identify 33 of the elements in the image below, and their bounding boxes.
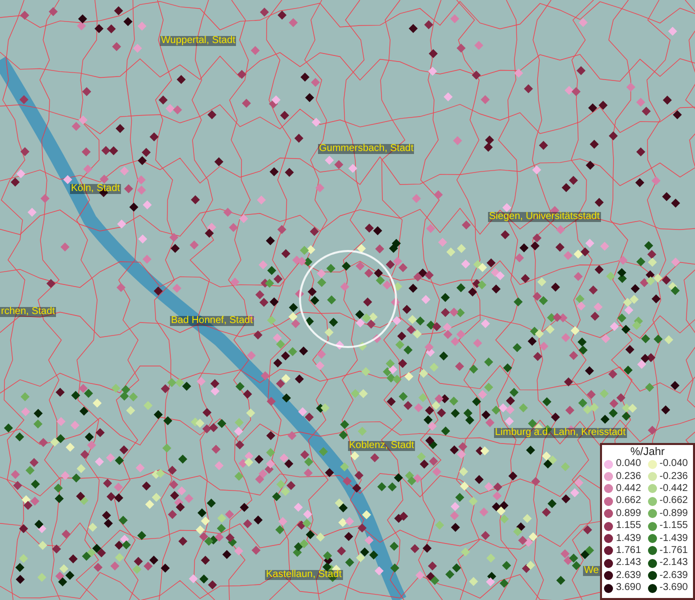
legend-value: -0.040 [660, 459, 688, 470]
place-label: Siegen, Universitätsstadt [488, 212, 601, 222]
legend-value: 0.040 [616, 459, 642, 470]
place-label: Limburg a.d. Lahn, Kreisstadt [494, 428, 627, 438]
place-label: Koblenz, Stadt [348, 441, 416, 451]
place-label: rchen, Stadt [0, 307, 56, 317]
legend-title: %/Jahr [629, 446, 666, 458]
legend-value: -3.690 [660, 583, 688, 594]
legend-value: 0.236 [616, 472, 642, 482]
legend-value: -0.899 [660, 508, 688, 519]
legend-value: 1.439 [616, 534, 642, 544]
place-label: Köln, Stadt [70, 184, 121, 194]
legend-value: -1.439 [660, 534, 688, 544]
legend-value: 1.761 [616, 546, 642, 556]
legend-value: -0.662 [660, 496, 688, 506]
legend-value: 2.639 [616, 570, 642, 581]
legend-value: -1.155 [660, 521, 688, 532]
legend-value: 3.690 [616, 583, 642, 594]
legend-value: -0.236 [660, 472, 688, 482]
legend-value: 2.143 [616, 558, 642, 568]
legend-value: 0.899 [616, 508, 642, 519]
legend-value: -1.761 [660, 546, 688, 556]
legend-value: 1.155 [616, 521, 642, 532]
place-label: Wuppertal, Stadt [160, 36, 236, 46]
place-label: Kastellaun, Stadt [265, 570, 343, 580]
legend-value: 0.662 [616, 496, 642, 506]
legend-value: -2.639 [660, 570, 688, 581]
place-label: We [583, 566, 600, 576]
legend-value: -0.442 [660, 484, 688, 494]
place-label: Gummersbach, Stadt [318, 144, 414, 154]
place-label: Bad Honnef, Stadt [170, 316, 254, 326]
legend-value: 0.442 [616, 484, 642, 494]
legend-value: -2.143 [660, 558, 688, 568]
